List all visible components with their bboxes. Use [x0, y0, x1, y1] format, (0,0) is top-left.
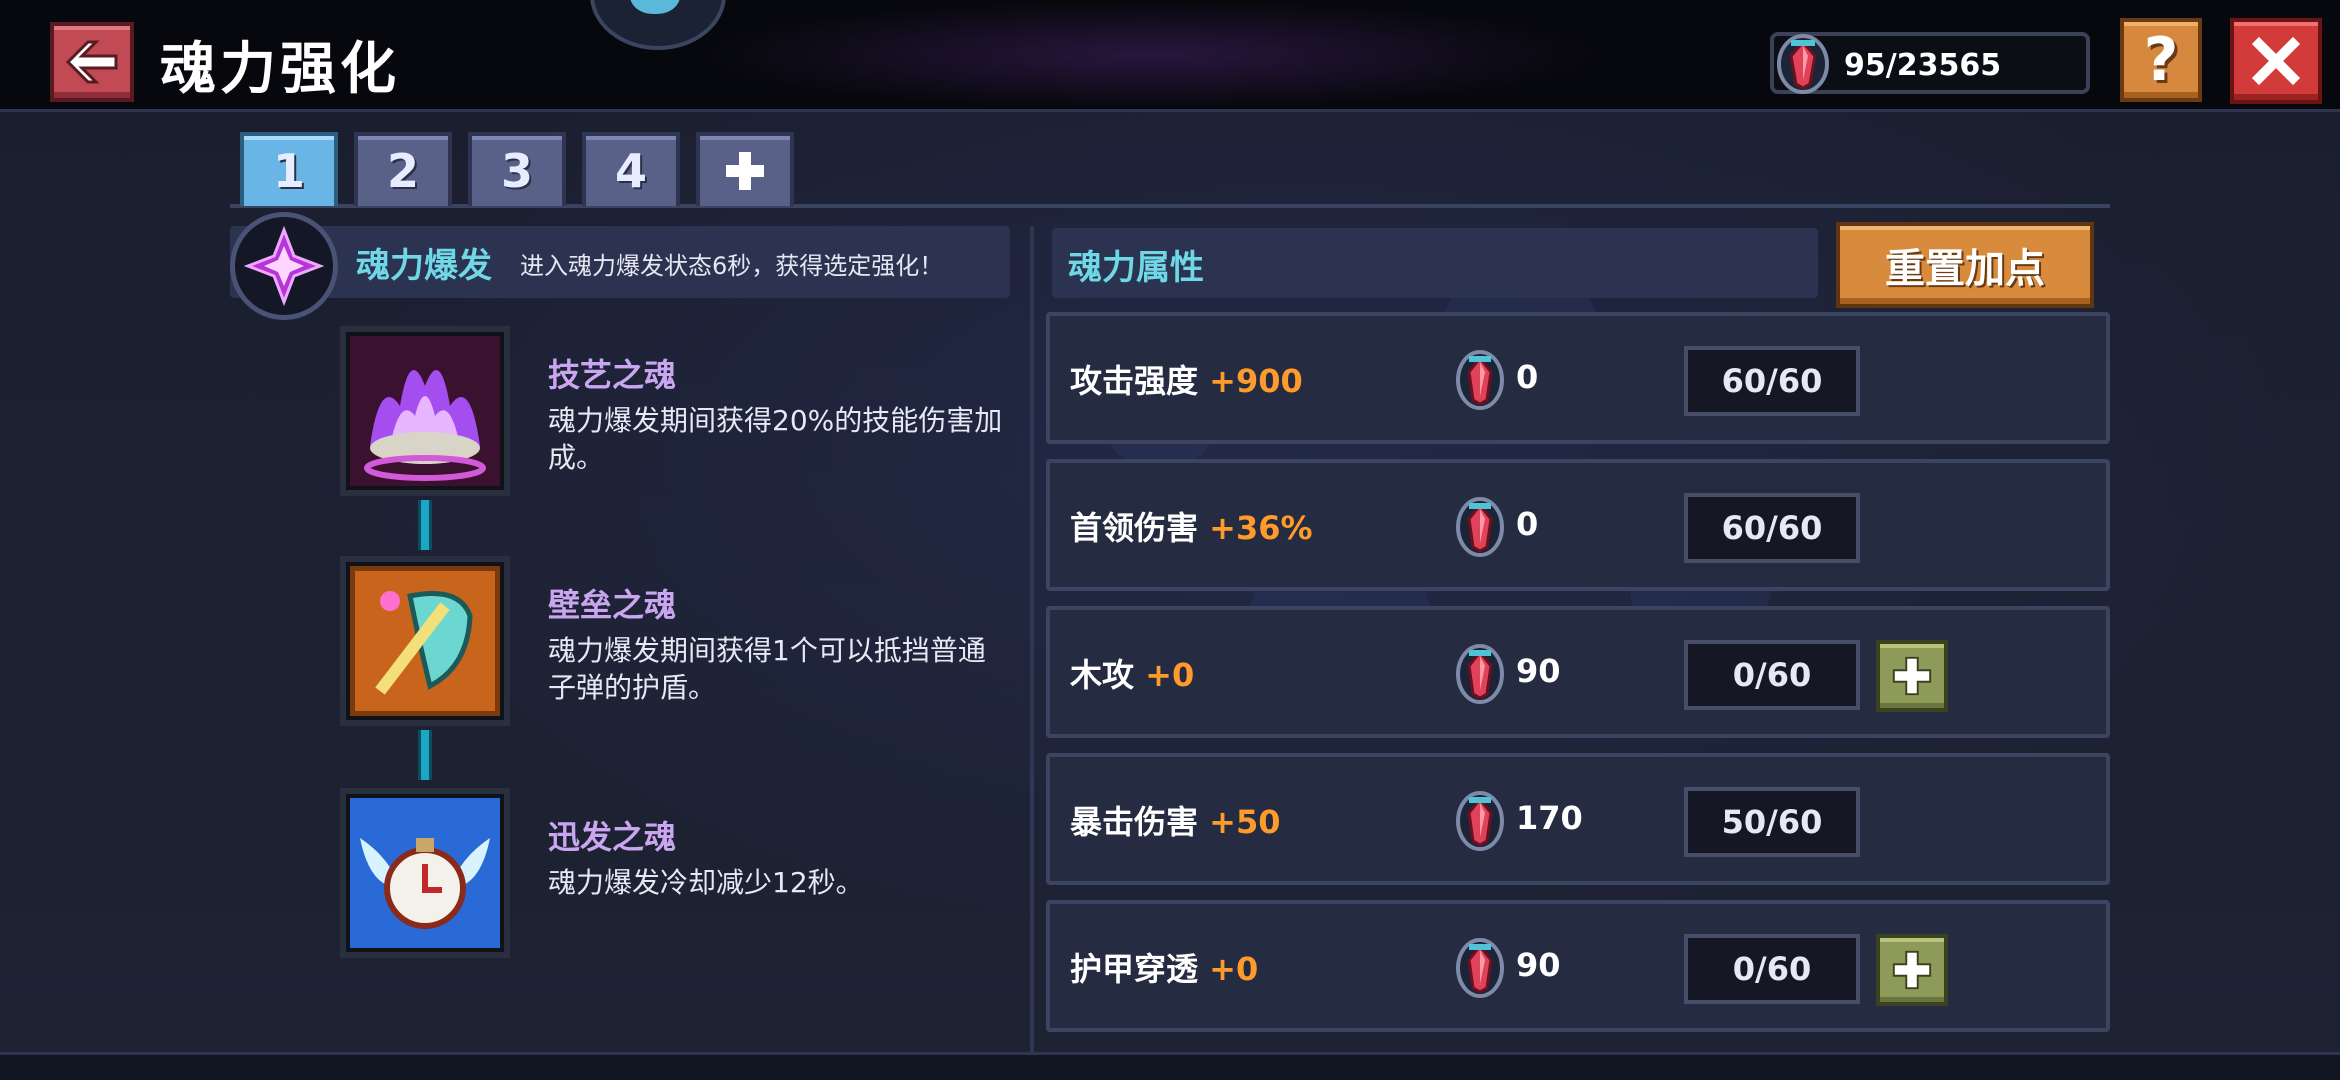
skill-name: 迅发之魂	[548, 818, 677, 856]
attribute-cost: 90	[1516, 946, 1561, 984]
attribute-row-wood-attack: 木攻 +0 90 0/60	[1046, 606, 2110, 738]
attribute-name: 首领伤害	[1070, 509, 1199, 547]
reset-points-button[interactable]: 重置加点	[1836, 222, 2094, 308]
attribute-row-crit-damage: 暴击伤害 +50 170 50/60	[1046, 753, 2110, 885]
skill-name: 技艺之魂	[548, 356, 677, 394]
soul-gem-icon	[1456, 791, 1504, 851]
skill-description: 魂力爆发冷却减少12秒。	[548, 866, 864, 899]
bottom-bar	[0, 1052, 2340, 1080]
tab-2[interactable]: 2	[354, 132, 452, 206]
tab-1[interactable]: 1	[240, 132, 338, 206]
soul-gem-icon	[1456, 644, 1504, 704]
soul-currency-amount: 95/23565	[1844, 48, 2002, 83]
attribute-name: 木攻	[1070, 656, 1135, 694]
soul-gem-icon	[1456, 497, 1504, 557]
arrow-left-icon	[66, 40, 118, 84]
attribute-row-armor-penetration: 护甲穿透 +0 90 0/60	[1046, 900, 2110, 1032]
plus-icon	[1892, 656, 1932, 696]
attribute-cost: 0	[1516, 505, 1539, 543]
attribute-row-boss-damage: 首领伤害 +36% 0 60/60	[1046, 459, 2110, 591]
soul-gem-icon	[1456, 350, 1504, 410]
skill-description: 魂力爆发期间获得1个可以抵挡普通子弹的护盾。	[548, 634, 986, 704]
attribute-label: 攻击强度 +900	[1070, 356, 1303, 402]
attribute-level: 60/60	[1684, 346, 1860, 416]
attribute-name: 暴击伤害	[1070, 803, 1199, 841]
attribute-label: 暴击伤害 +50	[1070, 797, 1281, 843]
attribute-level: 0/60	[1684, 934, 1860, 1004]
attribute-cost: 0	[1516, 358, 1539, 396]
panel-divider	[1030, 226, 1034, 1052]
mascot-icon	[630, 0, 680, 14]
plus-icon	[1892, 950, 1932, 990]
attribute-name: 攻击强度	[1070, 362, 1199, 400]
tab-4[interactable]: 4	[582, 132, 680, 206]
soul-burst-badge	[230, 212, 338, 320]
skill-slot-3[interactable]	[340, 788, 510, 958]
soul-burst-description: 进入魂力爆发状态6秒，获得选定强化！	[520, 252, 944, 280]
add-tab-button[interactable]	[696, 132, 794, 206]
top-bar: 魂力强化 95/23565 ?	[0, 0, 2340, 112]
soul-gem-icon	[1456, 938, 1504, 998]
soul-burst-title: 魂力爆发	[356, 246, 492, 286]
top-bar-glow	[700, 0, 1600, 110]
soul-attributes-title: 魂力属性	[1068, 248, 1204, 288]
purple-crystal-icon	[244, 226, 324, 306]
skill-description: 魂力爆发期间获得20%的技能伤害加成。	[548, 404, 1003, 474]
attribute-bonus: +0	[1209, 950, 1259, 988]
attribute-bonus: +50	[1209, 803, 1281, 841]
skill-connector	[418, 730, 432, 780]
back-button[interactable]	[50, 22, 134, 102]
close-icon	[2251, 36, 2301, 86]
attribute-cost: 170	[1516, 799, 1583, 837]
help-button[interactable]: ?	[2120, 18, 2202, 102]
attribute-label: 木攻 +0	[1070, 650, 1194, 696]
winged-clock-icon	[350, 798, 500, 948]
purple-flame-icon	[350, 336, 500, 486]
attribute-label: 护甲穿透 +0	[1070, 944, 1258, 990]
attribute-level: 50/60	[1684, 787, 1860, 857]
attribute-level: 0/60	[1684, 640, 1860, 710]
close-button[interactable]	[2230, 18, 2322, 104]
attribute-level: 60/60	[1684, 493, 1860, 563]
attribute-label: 首领伤害 +36%	[1070, 503, 1313, 549]
skill-slot-2[interactable]	[340, 556, 510, 726]
tab-3[interactable]: 3	[468, 132, 566, 206]
attribute-name: 护甲穿透	[1070, 950, 1199, 988]
attribute-bonus: +900	[1209, 362, 1303, 400]
add-point-button[interactable]	[1876, 640, 1948, 712]
skill-slot-1[interactable]	[340, 326, 510, 496]
attribute-bonus: +36%	[1209, 509, 1313, 547]
attribute-row-attack: 攻击强度 +900 0 60/60	[1046, 312, 2110, 444]
soul-currency-display: 95/23565	[1770, 32, 2090, 94]
soul-gem-icon	[1777, 34, 1829, 94]
page-title: 魂力强化	[160, 37, 400, 102]
plus-icon	[726, 152, 764, 190]
add-point-button[interactable]	[1876, 934, 1948, 1006]
question-mark-icon: ?	[2143, 25, 2179, 95]
skill-name: 壁垒之魂	[548, 586, 677, 624]
shield-sword-icon	[350, 566, 500, 716]
attribute-bonus: +0	[1145, 656, 1195, 694]
attribute-cost: 90	[1516, 652, 1561, 690]
skill-connector	[418, 500, 432, 550]
